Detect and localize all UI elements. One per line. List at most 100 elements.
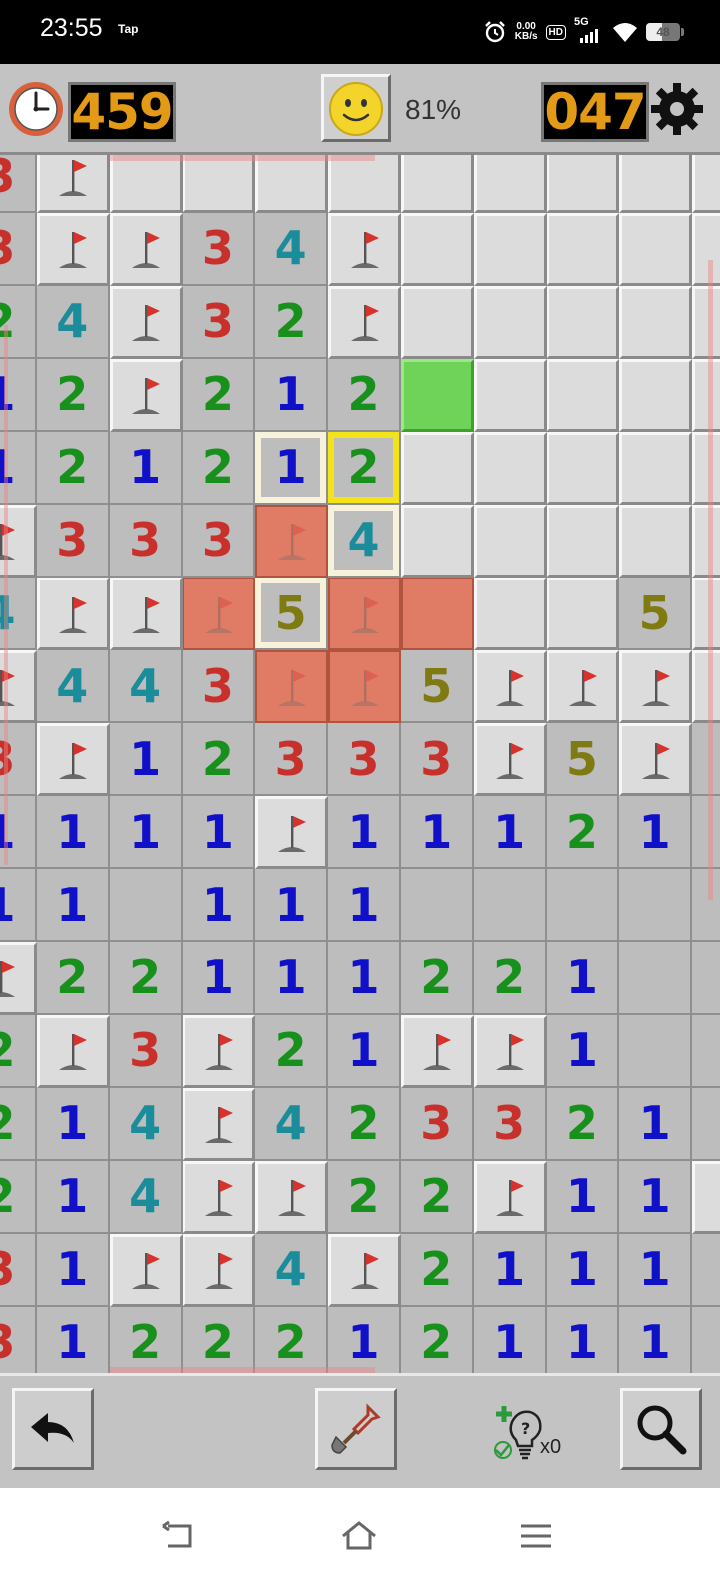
- board-cell[interactable]: [692, 941, 720, 1015]
- board-cell[interactable]: [619, 504, 693, 578]
- board-cell[interactable]: [182, 1014, 256, 1088]
- board-cell[interactable]: 1: [36, 1233, 110, 1307]
- board-cell[interactable]: 3: [0, 212, 37, 286]
- board-cell[interactable]: [109, 358, 183, 432]
- board-cell[interactable]: [328, 577, 401, 651]
- board-cell[interactable]: 3: [0, 1233, 37, 1307]
- board-cell[interactable]: 4: [255, 1233, 329, 1307]
- board-cell[interactable]: [109, 285, 183, 359]
- board-cell[interactable]: [109, 869, 183, 942]
- board-cell[interactable]: 1: [619, 796, 693, 870]
- board-cell[interactable]: 1: [0, 869, 37, 942]
- board-cell[interactable]: [692, 285, 720, 359]
- board-cell[interactable]: 1: [109, 431, 183, 505]
- board-cell[interactable]: 1: [619, 1160, 693, 1234]
- board-cell[interactable]: 1: [182, 941, 256, 1015]
- board-cell[interactable]: [400, 869, 474, 942]
- board-cell[interactable]: 1: [546, 1014, 620, 1088]
- board-cell[interactable]: 2: [182, 431, 256, 505]
- board-cell[interactable]: 5: [400, 650, 474, 724]
- board-cell[interactable]: 1: [546, 1233, 620, 1307]
- board-cell[interactable]: 3: [109, 1014, 183, 1088]
- board-cell[interactable]: [182, 155, 256, 213]
- board-cell[interactable]: 2: [109, 941, 183, 1015]
- smiley-button[interactable]: [321, 74, 391, 142]
- board-cell[interactable]: [36, 1014, 110, 1088]
- board-cell[interactable]: [328, 155, 401, 213]
- board-cell[interactable]: [619, 285, 693, 359]
- board-cell[interactable]: [255, 1160, 329, 1234]
- board-cell[interactable]: 3: [182, 504, 256, 578]
- board-cell[interactable]: 2: [36, 358, 110, 432]
- board-cell[interactable]: [255, 155, 329, 213]
- board-cell[interactable]: 2: [400, 1160, 474, 1234]
- board-cell[interactable]: [255, 796, 329, 870]
- board-cell[interactable]: [692, 796, 720, 870]
- board-cell[interactable]: 3: [36, 504, 110, 578]
- board-cell[interactable]: 2: [328, 431, 401, 505]
- menu-nav-icon[interactable]: [518, 1520, 554, 1552]
- board-cell[interactable]: 2: [255, 1014, 329, 1088]
- board-cell[interactable]: 3: [182, 650, 256, 724]
- board-cell[interactable]: [109, 1233, 183, 1307]
- board-cell[interactable]: [255, 504, 329, 578]
- board-cell[interactable]: [546, 869, 620, 942]
- board-cell[interactable]: [473, 650, 547, 724]
- board-cell[interactable]: [328, 212, 401, 286]
- board-cell[interactable]: 2: [36, 431, 110, 505]
- board-cell[interactable]: [619, 941, 693, 1015]
- board-cell[interactable]: [182, 1233, 256, 1307]
- board-cell[interactable]: [692, 155, 720, 213]
- board-cell[interactable]: 1: [182, 796, 256, 870]
- board-cell[interactable]: 4: [328, 504, 401, 578]
- board-cell[interactable]: 1: [619, 1306, 693, 1373]
- board-cell[interactable]: [36, 155, 110, 213]
- board-cell[interactable]: [400, 504, 474, 578]
- board-cell[interactable]: [692, 1160, 720, 1234]
- board-cell[interactable]: [619, 869, 693, 942]
- board-cell[interactable]: [546, 212, 620, 286]
- board-cell[interactable]: 1: [328, 941, 401, 1015]
- board-cell[interactable]: 2: [328, 358, 401, 432]
- board-cell[interactable]: [328, 1233, 401, 1307]
- board-cell[interactable]: 1: [109, 723, 183, 797]
- board-cell[interactable]: [473, 212, 547, 286]
- gear-icon[interactable]: [648, 80, 706, 138]
- board-cell[interactable]: [109, 212, 183, 286]
- board-cell[interactable]: [400, 358, 474, 432]
- board-cell[interactable]: [400, 577, 474, 651]
- board-cell[interactable]: 2: [328, 1087, 401, 1161]
- board-cell[interactable]: 2: [109, 1306, 183, 1373]
- board-cell[interactable]: 1: [36, 1087, 110, 1161]
- board-cell[interactable]: 4: [109, 650, 183, 724]
- board-cell[interactable]: [546, 431, 620, 505]
- board-cell[interactable]: [692, 212, 720, 286]
- board-cell[interactable]: 5: [546, 723, 620, 797]
- board-cell[interactable]: [619, 723, 693, 797]
- board-cell[interactable]: [692, 869, 720, 942]
- board-cell[interactable]: 4: [109, 1160, 183, 1234]
- board-cell[interactable]: [182, 1087, 256, 1161]
- board-cell[interactable]: 1: [255, 358, 329, 432]
- back-nav-icon[interactable]: [160, 1520, 196, 1552]
- board-cell[interactable]: [692, 358, 720, 432]
- board-cell[interactable]: [619, 155, 693, 213]
- undo-button[interactable]: [12, 1388, 94, 1470]
- board-cell[interactable]: 2: [400, 1233, 474, 1307]
- board-cell[interactable]: 2: [546, 796, 620, 870]
- board-cell[interactable]: 1: [473, 1233, 547, 1307]
- board-cell[interactable]: 1: [400, 796, 474, 870]
- board-cell[interactable]: [692, 1087, 720, 1161]
- board-cell[interactable]: 1: [619, 1087, 693, 1161]
- minefield-grid[interactable]: 1112122213111241311224121233244121123212…: [0, 155, 720, 1373]
- board-cell[interactable]: 1: [328, 796, 401, 870]
- board-cell[interactable]: 2: [400, 941, 474, 1015]
- board-cell[interactable]: 2: [255, 285, 329, 359]
- board-cell[interactable]: 3: [0, 155, 37, 213]
- board-cell[interactable]: 1: [255, 869, 329, 942]
- board-cell[interactable]: [619, 650, 693, 724]
- board-cell[interactable]: [692, 723, 720, 797]
- board-cell[interactable]: [546, 285, 620, 359]
- zoom-button[interactable]: [620, 1388, 702, 1470]
- board-cell[interactable]: 1: [328, 1306, 401, 1373]
